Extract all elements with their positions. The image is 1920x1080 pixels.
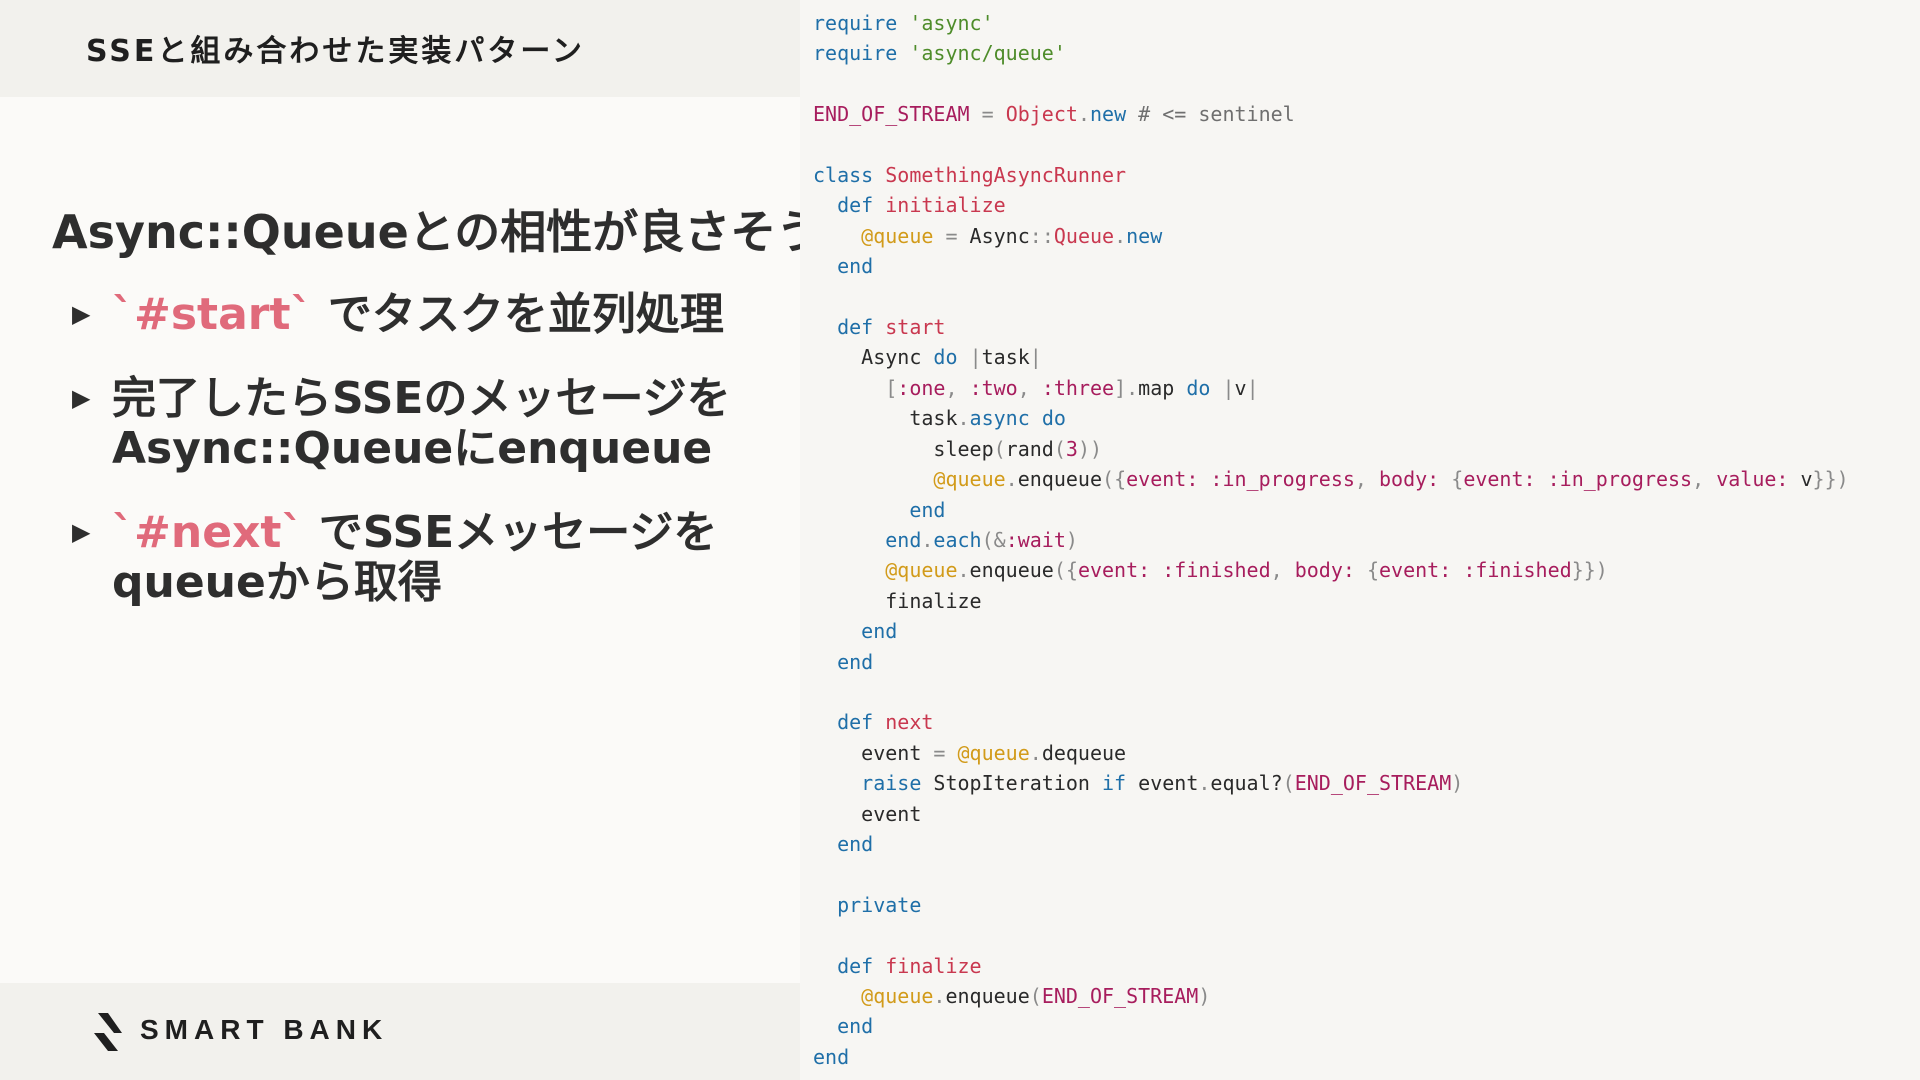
bullet-text: 完了したらSSEのメッセージを (112, 373, 731, 424)
bullet-text-line2: queueから取得 (112, 557, 442, 608)
brand-name: SMART BANK (140, 1014, 389, 1045)
bullet-text: でタスクを並列処理 (312, 289, 724, 340)
triangle-bullet-icon: ▶ (72, 300, 91, 328)
bullet-list: ▶ `#start` でタスクを並列処理 ▶ 完了したらSSEのメッセージを A… (72, 290, 772, 642)
code-block: require 'async' require 'async/queue' EN… (813, 11, 1849, 1069)
triangle-bullet-icon: ▶ (72, 384, 91, 412)
headline: Async::Queueとの相性が良さそう (52, 205, 823, 259)
bullet-text: でSSEメッセージを (303, 507, 718, 558)
bullet-item-next: ▶ `#next` でSSEメッセージを queueから取得 (72, 508, 772, 608)
triangle-bullet-icon: ▶ (72, 518, 91, 546)
smartbank-logo-icon (94, 1013, 122, 1051)
title-bar: SSEと組み合わせた実装パターン (0, 0, 800, 97)
bullet-text-line2: Async::Queueにenqueue (112, 423, 713, 474)
bullet-item-start: ▶ `#start` でタスクを並列処理 (72, 290, 772, 340)
bullet-code: `#start` (112, 289, 313, 340)
bullet-item-enqueue: ▶ 完了したらSSEのメッセージを Async::Queueにenqueue (72, 374, 772, 474)
slide-title: SSEと組み合わせた実装パターン (86, 34, 585, 69)
bullet-code: `#next` (112, 507, 304, 558)
